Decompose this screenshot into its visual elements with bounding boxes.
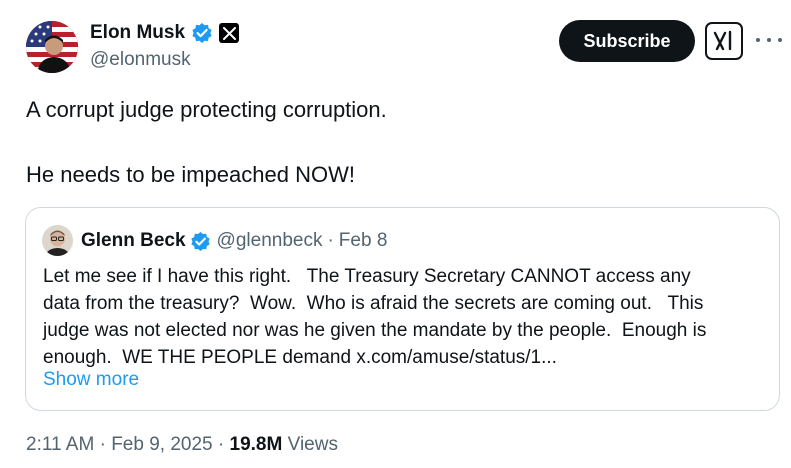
post-line-2: He needs to be impeached NOW! bbox=[26, 162, 355, 187]
grok-icon bbox=[713, 30, 732, 51]
separator: · bbox=[99, 434, 106, 455]
post-time[interactable]: 2:11 AM bbox=[26, 434, 94, 455]
post-date[interactable]: Feb 9, 2025 bbox=[111, 434, 212, 455]
dot bbox=[756, 38, 760, 42]
author-handle[interactable]: @elonmusk bbox=[90, 49, 191, 71]
avatar-photo-icon bbox=[42, 225, 73, 256]
views-label: Views bbox=[287, 434, 338, 455]
quote-header: Glenn Beck @glennbeck · Feb 8 bbox=[81, 228, 387, 254]
quote-text: Let me see if I have this right. The Tre… bbox=[43, 266, 707, 368]
dot bbox=[778, 38, 782, 42]
post-metadata: 2:11 AM · Feb 9, 2025 · 19.8M Views bbox=[26, 434, 338, 456]
grok-button[interactable] bbox=[705, 22, 743, 60]
author-name-row: Elon Musk bbox=[90, 20, 240, 46]
views-count: 19.8M bbox=[229, 434, 283, 455]
quoted-post[interactable]: Glenn Beck @glennbeck · Feb 8 Let me see… bbox=[25, 207, 780, 411]
post-line-1: A corrupt judge protecting corruption. bbox=[26, 97, 387, 122]
quote-date: Feb 8 bbox=[338, 230, 388, 251]
show-more-link[interactable]: Show more bbox=[43, 369, 139, 391]
quote-author-name: Glenn Beck bbox=[81, 230, 186, 251]
author-avatar[interactable] bbox=[26, 21, 78, 73]
separator: · bbox=[327, 230, 334, 251]
quote-author-avatar bbox=[42, 225, 73, 256]
subscribe-button[interactable]: Subscribe bbox=[559, 20, 695, 62]
x-logo-icon bbox=[219, 23, 240, 43]
author-name[interactable]: Elon Musk bbox=[90, 22, 185, 44]
dot bbox=[767, 38, 771, 42]
verified-badge-icon bbox=[192, 23, 212, 43]
separator: · bbox=[217, 434, 225, 455]
verified-badge-icon bbox=[190, 231, 210, 251]
more-options-icon[interactable] bbox=[756, 30, 782, 50]
avatar-flag-photo bbox=[26, 21, 78, 73]
post-text: A corrupt judge protecting corruption. H… bbox=[26, 97, 387, 188]
quote-author-handle: @glennbeck bbox=[216, 230, 323, 251]
